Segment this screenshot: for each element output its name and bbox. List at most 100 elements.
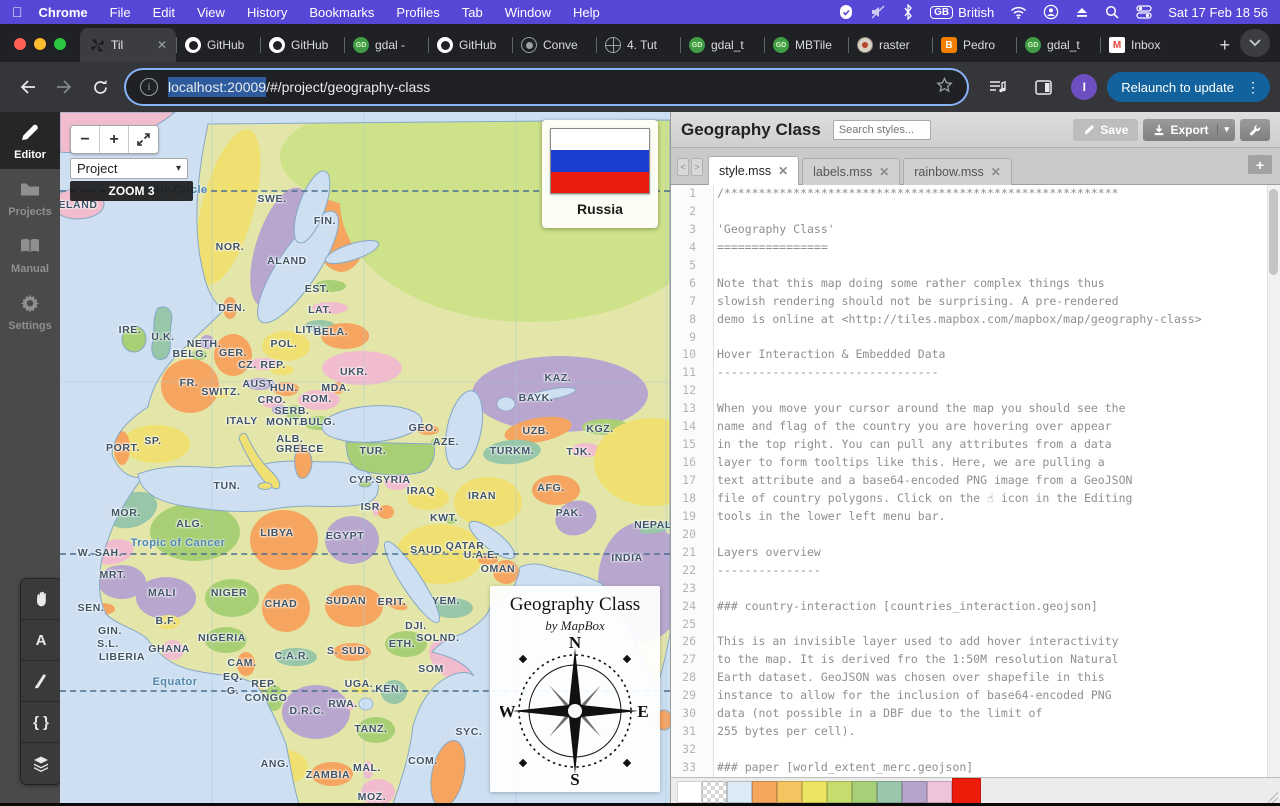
export-caret-icon[interactable]: ▾ xyxy=(1217,124,1229,135)
color-swatch[interactable] xyxy=(702,781,727,803)
bookmark-star-icon[interactable] xyxy=(936,77,953,98)
tool-font-button[interactable]: A xyxy=(21,620,61,661)
zoom-out-button[interactable]: − xyxy=(71,126,100,153)
color-swatch[interactable] xyxy=(927,781,952,803)
menu-view[interactable]: View xyxy=(197,5,225,20)
tool-hand-button[interactable] xyxy=(21,579,61,620)
menu-tab[interactable]: Tab xyxy=(462,5,483,20)
sidebar-item-settings[interactable]: Settings xyxy=(0,283,60,340)
new-tab-button[interactable]: + xyxy=(1213,35,1240,62)
browser-tab-inbox[interactable]: MInbox xyxy=(1100,28,1184,62)
line-number: 27 xyxy=(671,651,705,669)
tabs-scroll-right-button[interactable]: > xyxy=(691,158,703,176)
tabs-scroll-left-button[interactable]: < xyxy=(677,158,689,176)
color-swatch[interactable] xyxy=(777,781,802,803)
tab-search-button[interactable] xyxy=(1240,29,1270,57)
menu-edit[interactable]: Edit xyxy=(153,5,175,20)
code-editor[interactable]: 1/**************************************… xyxy=(671,185,1280,777)
relaunch-update-button[interactable]: Relaunch to update⋮ xyxy=(1107,72,1270,102)
sidebar-item-manual[interactable]: Manual xyxy=(0,226,60,283)
minimize-window-button[interactable] xyxy=(34,38,46,50)
wifi-icon[interactable] xyxy=(1010,6,1027,19)
search-styles-input[interactable] xyxy=(833,120,931,140)
zoom-in-button[interactable]: + xyxy=(100,126,129,153)
close-window-button[interactable] xyxy=(14,38,26,50)
close-stylesheet-icon[interactable]: ✕ xyxy=(778,164,788,178)
forward-icon[interactable] xyxy=(50,73,78,101)
browser-tab-gdal_t[interactable]: GDgdal_t xyxy=(1016,28,1100,62)
address-bar[interactable]: i localhost:20009/#/project/geography-cl… xyxy=(126,70,967,104)
browser-tab-pedro[interactable]: BPedro xyxy=(932,28,1016,62)
color-swatch[interactable] xyxy=(852,781,877,803)
sidebar-item-projects[interactable]: Projects xyxy=(0,169,60,226)
site-info-icon[interactable]: i xyxy=(140,78,158,96)
menu-file[interactable]: File xyxy=(110,5,131,20)
chrome-menu-icon[interactable]: ⋮ xyxy=(1242,79,1264,96)
browser-tab-github[interactable]: GitHub xyxy=(176,28,260,62)
stylesheet-tab-rainbow-mss[interactable]: rainbow.mss✕ xyxy=(903,158,1012,185)
close-stylesheet-icon[interactable]: ✕ xyxy=(879,165,889,179)
color-swatch[interactable] xyxy=(952,778,981,805)
color-swatch[interactable] xyxy=(902,781,927,803)
menubar-clock[interactable]: Sat 17 Feb 18 56 xyxy=(1168,5,1268,20)
export-button[interactable]: Export▾ xyxy=(1143,119,1235,141)
spotlight-icon[interactable] xyxy=(1105,5,1120,20)
code-text xyxy=(705,526,717,544)
browser-tab-raster[interactable]: raster xyxy=(848,28,932,62)
apple-menu-icon[interactable]:  xyxy=(12,4,23,20)
code-text: When you move your cursor around the map… xyxy=(705,400,1126,418)
mute-icon[interactable] xyxy=(870,4,886,20)
close-stylesheet-icon[interactable]: ✕ xyxy=(991,165,1001,179)
settings-wrench-button[interactable] xyxy=(1240,119,1270,141)
close-tab-icon[interactable]: ✕ xyxy=(157,38,167,52)
line-number: 29 xyxy=(671,687,705,705)
save-button[interactable]: Save xyxy=(1073,119,1138,141)
browser-tab-gdal-[interactable]: GDgdal - xyxy=(344,28,428,62)
tool-layers-button[interactable] xyxy=(21,743,61,784)
eject-icon[interactable] xyxy=(1075,6,1089,18)
browser-tab-til[interactable]: Til✕ xyxy=(80,28,176,62)
reload-icon[interactable] xyxy=(86,73,114,101)
sidebar-item-label: Editor xyxy=(14,149,46,161)
side-panel-icon[interactable] xyxy=(1029,73,1057,101)
color-swatch[interactable] xyxy=(827,781,852,803)
add-stylesheet-button[interactable]: + xyxy=(1248,155,1272,174)
menu-bookmarks[interactable]: Bookmarks xyxy=(309,5,374,20)
zoom-window-button[interactable] xyxy=(54,38,66,50)
color-swatch[interactable] xyxy=(677,781,702,803)
media-controls-icon[interactable] xyxy=(983,73,1011,101)
input-source[interactable]: GBBritish xyxy=(930,5,994,20)
editor-scrollbar[interactable] xyxy=(1267,185,1280,777)
fullscreen-button[interactable] xyxy=(129,126,158,153)
back-icon[interactable] xyxy=(14,73,42,101)
color-swatch[interactable] xyxy=(877,781,902,803)
menu-help[interactable]: Help xyxy=(573,5,600,20)
control-center-icon[interactable] xyxy=(1136,5,1152,19)
browser-tab-github[interactable]: GitHub xyxy=(428,28,512,62)
color-swatch[interactable] xyxy=(752,781,777,803)
stylesheet-tab-labels-mss[interactable]: labels.mss✕ xyxy=(802,158,900,185)
baselayer-select[interactable]: Project▾ xyxy=(70,158,188,179)
browser-tab-conve[interactable]: Conve xyxy=(512,28,596,62)
browser-tab-github[interactable]: GitHub xyxy=(260,28,344,62)
tool-pen-button[interactable] xyxy=(21,661,61,702)
country-label: BELG. xyxy=(172,348,207,360)
bluetooth-icon[interactable] xyxy=(902,4,914,20)
user-menu-icon[interactable] xyxy=(1043,4,1059,20)
tool-braces-button[interactable]: { } xyxy=(21,702,61,743)
browser-tab-gdal_t[interactable]: GDgdal_t xyxy=(680,28,764,62)
sidebar-item-editor[interactable]: Editor xyxy=(0,112,60,169)
browser-tab-4-tut[interactable]: 4. Tut xyxy=(596,28,680,62)
stylesheet-tab-style-mss[interactable]: style.mss✕ xyxy=(708,156,799,185)
onepassword-icon[interactable] xyxy=(838,4,854,20)
profile-avatar[interactable]: I xyxy=(1071,74,1097,100)
color-swatch[interactable] xyxy=(802,781,827,803)
menu-profiles[interactable]: Profiles xyxy=(396,5,439,20)
browser-tab-mbtile[interactable]: GDMBTile xyxy=(764,28,848,62)
menu-chrome[interactable]: Chrome xyxy=(39,5,88,20)
map-canvas[interactable]: Arctic CircleTropic of CancerEquator ELA… xyxy=(60,112,670,806)
country-label: HUN. xyxy=(270,382,298,394)
color-swatch[interactable] xyxy=(727,781,752,803)
menu-window[interactable]: Window xyxy=(505,5,551,20)
menu-history[interactable]: History xyxy=(247,5,287,20)
